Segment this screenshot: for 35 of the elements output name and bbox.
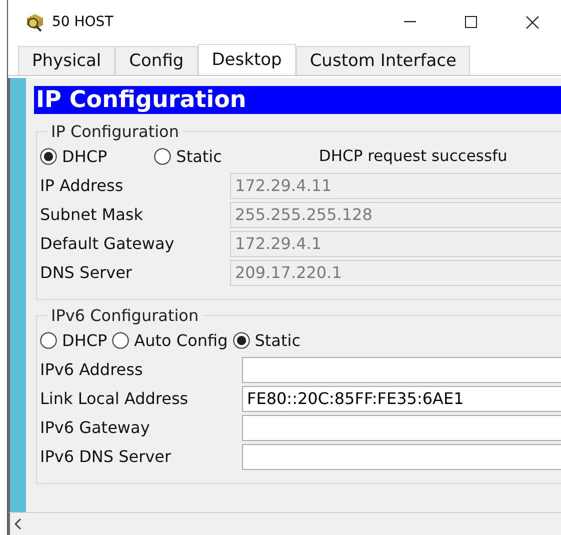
radio-icon [112, 332, 130, 348]
tab[interactable]: Custom Interface [296, 46, 470, 75]
radio-button[interactable]: Static [154, 146, 222, 166]
input-field[interactable] [242, 356, 561, 382]
field-label: IPv6 Address [40, 360, 144, 379]
field-label: Subnet Mask [40, 205, 144, 224]
radio-button[interactable]: Auto Config [112, 330, 228, 350]
field-label: IPv6 DNS Server [40, 447, 172, 466]
field-label: IPv6 Gateway [40, 418, 151, 437]
input-field[interactable] [242, 414, 561, 440]
tab[interactable]: Config [115, 46, 198, 75]
status-text: DHCP request successfu [318, 147, 508, 165]
radio-icon [154, 148, 172, 164]
minimize-icon[interactable] [404, 21, 416, 23]
tab[interactable]: Physical [18, 46, 116, 75]
radio-icon [40, 332, 57, 348]
radio-button[interactable]: DHCP [40, 330, 108, 350]
group-title: IPv6 Configuration [50, 306, 200, 325]
field-label: IP Address [40, 176, 124, 195]
radio-button[interactable]: Static [232, 330, 300, 350]
field-label: Default Gateway [40, 234, 176, 253]
input-field[interactable]: FE80::20C:85FF:FE35:6AE1 [242, 386, 561, 412]
window-title: 50 HOST [52, 14, 114, 30]
scroll-left-icon[interactable] [14, 518, 22, 530]
field-label: DNS Server [40, 263, 133, 282]
input-field[interactable] [242, 444, 561, 470]
radio-icon [40, 148, 57, 164]
radio-icon [232, 332, 250, 348]
maximize-icon[interactable] [465, 16, 477, 28]
panel-title: IP Configuration [34, 86, 561, 114]
tab[interactable]: Desktop [198, 44, 296, 75]
radio-button[interactable]: DHCP [40, 146, 108, 166]
field-label: Link Local Address [40, 389, 190, 408]
close-icon[interactable] [526, 16, 539, 28]
group-title: IP Configuration [50, 122, 180, 141]
